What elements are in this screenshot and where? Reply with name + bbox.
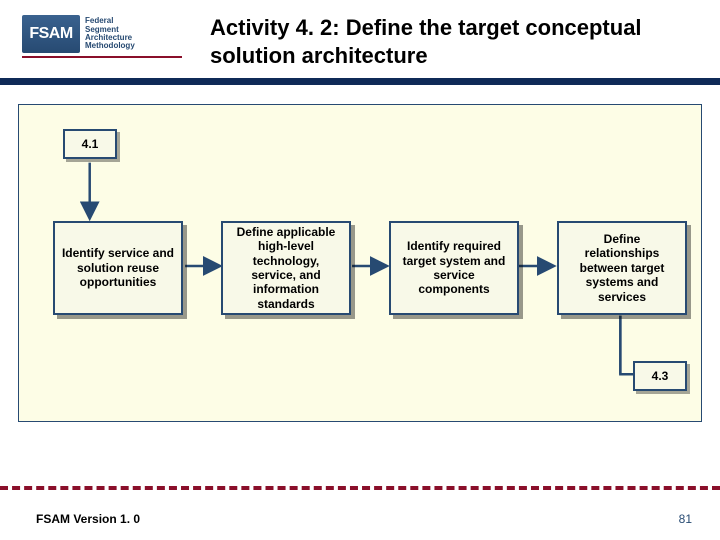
step-4-label: Define relationships between target syst… [565,232,679,304]
logo-text: Federal Segment Architecture Methodology [85,17,135,51]
step-box-1: Identify service and solution reuse oppo… [53,221,183,315]
step-1-label: Identify service and solution reuse oppo… [61,246,175,289]
fsam-logo: FSAM Federal Segment Architecture Method… [22,14,182,58]
footer-dashed-rule [0,486,720,490]
logo-line4: Methodology [85,42,135,50]
version-label: FSAM Version 1. 0 [36,512,140,526]
step-3-label: Identify required target system and serv… [397,239,511,297]
page-number: 81 [679,512,692,526]
slide-header: FSAM Federal Segment Architecture Method… [0,14,720,88]
step-box-2: Define applicable high-level technology,… [221,221,351,315]
header-rule [0,78,720,85]
step-2-label: Define applicable high-level technology,… [229,225,343,311]
slide-title: Activity 4. 2: Define the target concept… [210,14,700,69]
process-diagram: 4.1 Identify service and solution reuse … [18,104,702,422]
ref-in-box: 4.1 [63,129,117,159]
step-box-4: Define relationships between target syst… [557,221,687,315]
step-box-3: Identify required target system and serv… [389,221,519,315]
ref-in-label: 4.1 [82,137,99,151]
slide: FSAM Federal Segment Architecture Method… [0,0,720,540]
ref-out-label: 4.3 [652,369,669,383]
ref-out-box: 4.3 [633,361,687,391]
slide-footer: FSAM Version 1. 0 81 [0,504,720,526]
logo-mark: FSAM [22,15,80,53]
